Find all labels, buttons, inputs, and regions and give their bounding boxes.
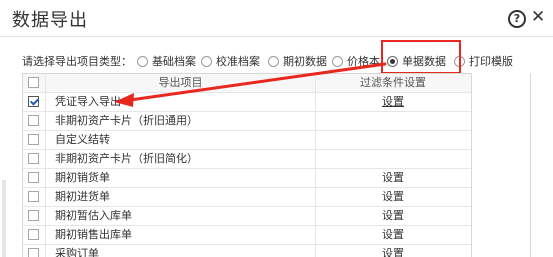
row-item-name: 非期初资产卡片（折旧简化） [46, 150, 316, 168]
row-item-name: 期初进货单 [46, 188, 316, 206]
radio-label: 打印模版 [469, 55, 513, 68]
row-setting-cell [317, 131, 469, 149]
filter-settings-link[interactable]: 设置 [382, 209, 404, 222]
filter-settings-link[interactable]: 设置 [382, 247, 404, 257]
row-checkbox-cell [23, 188, 46, 206]
filter-settings-link[interactable]: 设置 [382, 190, 404, 203]
radio-print-template[interactable]: 打印模版 [454, 53, 513, 69]
radio-document-data[interactable]: 单据数据 [387, 53, 446, 69]
row-checkbox[interactable] [28, 134, 39, 145]
row-item-name: 采购订单 [46, 245, 316, 257]
radio-label: 校准档案 [216, 55, 260, 68]
row-setting-cell: 设置 [317, 226, 469, 244]
row-checkbox-cell [23, 207, 46, 225]
column-header-filter: 过滤条件设置 [360, 76, 426, 89]
row-setting-cell [317, 112, 469, 130]
row-setting-cell [317, 150, 469, 168]
row-checkbox[interactable] [28, 229, 39, 240]
radio-button-selected-icon[interactable] [387, 55, 398, 67]
radio-button-icon[interactable] [137, 55, 148, 67]
table-header: 导出项目 过滤条件设置 [23, 74, 471, 93]
row-setting-cell: 设置 [317, 93, 469, 111]
radio-basic-archive[interactable]: 基础档案 [137, 53, 196, 69]
row-checkbox-cell [23, 112, 46, 130]
radio-button-icon[interactable] [332, 55, 343, 67]
row-item-name: 凭证导入导出 [46, 93, 316, 111]
radio-button-icon[interactable] [268, 55, 279, 67]
row-checkbox[interactable] [28, 210, 39, 221]
row-item-name: 期初销货单 [46, 169, 316, 187]
help-icon[interactable]: ? [508, 10, 526, 28]
export-items-table: 导出项目 过滤条件设置 凭证导入导出 设置 非期初资产卡片（折旧通用） 自定义结… [22, 73, 472, 257]
vertical-scrollbar[interactable] [530, 73, 531, 257]
row-checkbox-cell [23, 131, 46, 149]
row-item-name: 自定义结转 [46, 131, 316, 149]
close-icon[interactable]: ✕ [531, 7, 545, 27]
filter-settings-link[interactable]: 设置 [382, 95, 404, 108]
row-item-name: 期初暂估入库单 [46, 207, 316, 225]
row-checkbox[interactable] [28, 248, 39, 257]
row-checkbox[interactable] [28, 172, 39, 183]
table-row: 采购订单 设置 [23, 245, 471, 257]
radio-button-icon[interactable] [454, 55, 465, 67]
table-row: 期初暂估入库单 设置 [23, 207, 471, 226]
row-checkbox[interactable] [28, 115, 39, 126]
row-item-name: 期初销售出库单 [46, 226, 316, 244]
header-checkbox-cell [23, 74, 46, 92]
row-checkbox[interactable] [28, 96, 39, 107]
filter-settings-link[interactable]: 设置 [382, 171, 404, 184]
radio-label: 期初数据 [283, 55, 327, 68]
column-header-item: 导出项目 [46, 74, 316, 92]
radio-price-book[interactable]: 价格本 [332, 53, 380, 69]
table-row: 期初进货单 设置 [23, 188, 471, 207]
left-scroll-edge [2, 180, 6, 257]
row-checkbox-cell [23, 150, 46, 168]
table-row: 非期初资产卡片（折旧简化） [23, 150, 471, 169]
table-row: 非期初资产卡片（折旧通用） [23, 112, 471, 131]
row-checkbox-cell [23, 93, 46, 111]
export-type-selector: 请选择导出项目类型： 基础档案 校准档案 期初数据 价格本 单据数据 打印模版 [22, 50, 553, 70]
row-checkbox[interactable] [28, 191, 39, 202]
select-all-checkbox[interactable] [28, 77, 39, 88]
row-setting-cell: 设置 [317, 245, 469, 257]
filter-settings-link[interactable]: 设置 [382, 228, 404, 241]
row-setting-cell: 设置 [317, 188, 469, 206]
table-row: 凭证导入导出 设置 [23, 93, 471, 112]
radio-label: 单据数据 [402, 55, 446, 68]
row-setting-cell: 设置 [317, 207, 469, 225]
radio-label: 价格本 [347, 55, 380, 68]
radio-opening-data[interactable]: 期初数据 [268, 53, 327, 69]
radio-label: 基础档案 [152, 55, 196, 68]
row-item-name: 非期初资产卡片（折旧通用） [46, 112, 316, 130]
dialog-title: 数据导出 [12, 10, 88, 31]
table-row: 自定义结转 [23, 131, 471, 150]
radio-calibration-archive[interactable]: 校准档案 [201, 53, 260, 69]
export-type-label: 请选择导出项目类型： [22, 55, 132, 68]
row-checkbox-cell [23, 226, 46, 244]
radio-button-icon[interactable] [201, 55, 212, 67]
row-checkbox-cell [23, 169, 46, 187]
table-row: 期初销售出库单 设置 [23, 226, 471, 245]
row-checkbox-cell [23, 245, 46, 257]
row-checkbox[interactable] [28, 153, 39, 164]
title-bar: 数据导出 ? ✕ [0, 0, 553, 37]
table-row: 期初销货单 设置 [23, 169, 471, 188]
data-export-dialog: 数据导出 ? ✕ 请选择导出项目类型： 基础档案 校准档案 期初数据 价格本 单… [0, 0, 553, 257]
row-setting-cell: 设置 [317, 169, 469, 187]
